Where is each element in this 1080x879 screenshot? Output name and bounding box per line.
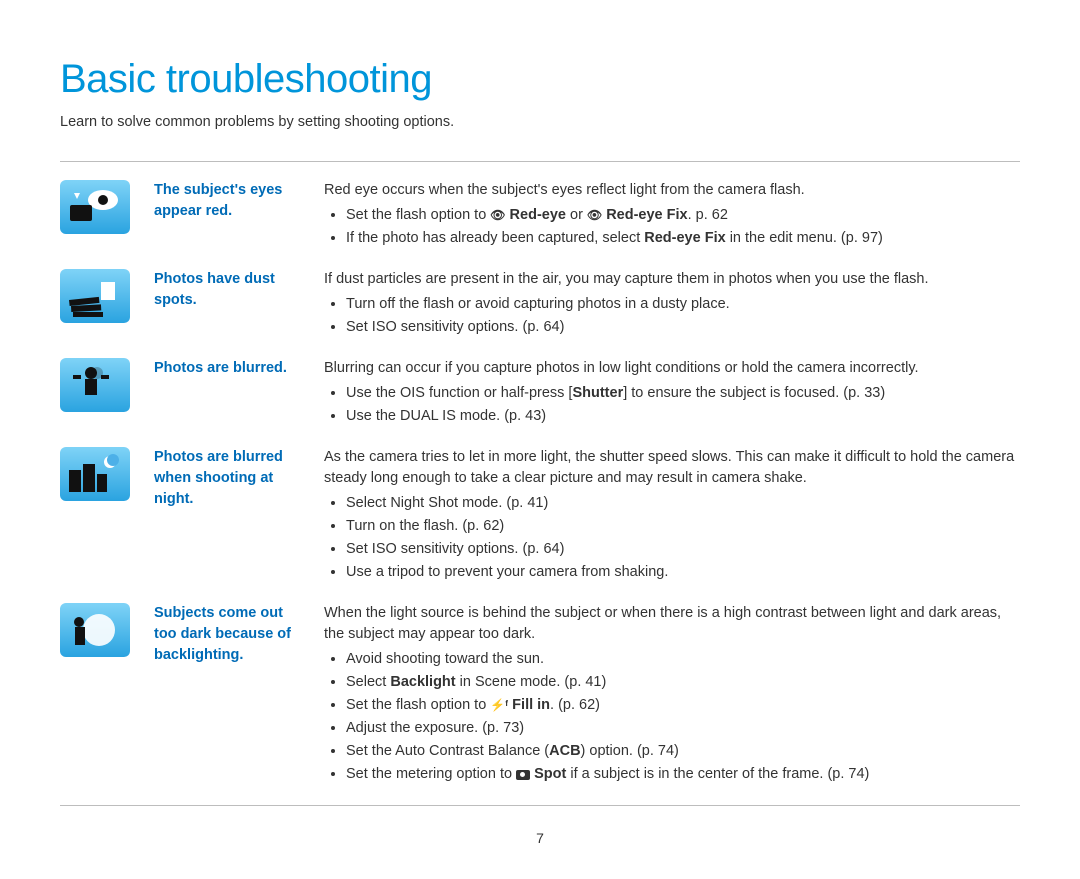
- row-lead: If dust particles are present in the air…: [324, 269, 1020, 290]
- row-lead: As the camera tries to let in more light…: [324, 447, 1020, 489]
- page-title: Basic troubleshooting: [60, 50, 1020, 108]
- row-thumbnail: [60, 269, 130, 323]
- metering-spot-icon: [516, 770, 530, 780]
- page-subtitle: Learn to solve common problems by settin…: [60, 114, 454, 130]
- row-lead: Blurring can occur if you capture photos…: [324, 358, 1020, 379]
- row-thumbnail: [60, 180, 130, 234]
- row-bullet: Turn on the flash. (p. 62): [346, 516, 1020, 537]
- row-bullets: Turn off the flash or avoid capturing ph…: [324, 294, 1020, 338]
- row-bullet: Set the Auto Contrast Balance (ACB) opti…: [346, 741, 1020, 762]
- row-bullet: Set ISO sensitivity options. (p. 64): [346, 539, 1020, 560]
- row-problem: Photos are blurred.: [154, 358, 324, 379]
- row-bullet: Set the metering option to Spot if a sub…: [346, 764, 1020, 785]
- row-bullet: Avoid shooting toward the sun.: [346, 649, 1020, 670]
- troubleshoot-row: Photos are blurred.Blurring can occur if…: [60, 358, 1020, 431]
- row-bullet: Adjust the exposure. (p. 73): [346, 718, 1020, 739]
- row-problem: Photos are blurred when shooting at nigh…: [154, 447, 324, 510]
- row-problem: Subjects come out too dark because of ba…: [154, 603, 324, 666]
- troubleshoot-row: Photos have dust spots.If dust particles…: [60, 269, 1020, 342]
- troubleshoot-row: Subjects come out too dark because of ba…: [60, 603, 1020, 789]
- row-bullet: Set the flash option to ⚡ᶠ Fill in. (p. …: [346, 695, 1020, 716]
- row-description: When the light source is behind the subj…: [324, 603, 1020, 789]
- row-lead: When the light source is behind the subj…: [324, 603, 1020, 645]
- row-bullet: Set the flash option to 👁 Red-eye or 👁 R…: [346, 205, 1020, 226]
- row-bullets: Use the OIS function or half-press [Shut…: [324, 383, 1020, 427]
- row-description: As the camera tries to let in more light…: [324, 447, 1020, 587]
- page-number: 7: [536, 830, 544, 846]
- row-problem: The subject's eyes appear red.: [154, 180, 324, 222]
- row-thumbnail: [60, 603, 130, 657]
- row-bullet: Turn off the flash or avoid capturing ph…: [346, 294, 1020, 315]
- row-bullet: Select Night Shot mode. (p. 41): [346, 493, 1020, 514]
- row-bullets: Set the flash option to 👁 Red-eye or 👁 R…: [324, 205, 1020, 249]
- row-description: Red eye occurs when the subject's eyes r…: [324, 180, 1020, 253]
- troubleshoot-row: Photos are blurred when shooting at nigh…: [60, 447, 1020, 587]
- row-description: If dust particles are present in the air…: [324, 269, 1020, 342]
- row-bullet: Set ISO sensitivity options. (p. 64): [346, 317, 1020, 338]
- row-problem: Photos have dust spots.: [154, 269, 324, 311]
- row-description: Blurring can occur if you capture photos…: [324, 358, 1020, 431]
- row-bullet: Use a tripod to prevent your camera from…: [346, 562, 1020, 583]
- row-lead: Red eye occurs when the subject's eyes r…: [324, 180, 1020, 201]
- inline-icon: ⚡ᶠ: [490, 698, 508, 712]
- row-bullet: Select Backlight in Scene mode. (p. 41): [346, 672, 1020, 693]
- troubleshoot-row: The subject's eyes appear red.Red eye oc…: [60, 180, 1020, 253]
- row-thumbnail: [60, 358, 130, 412]
- row-bullet: If the photo has already been captured, …: [346, 228, 1020, 249]
- row-bullet: Use the OIS function or half-press [Shut…: [346, 383, 1020, 404]
- inline-icon: 👁: [490, 208, 505, 222]
- row-bullet: Use the DUAL IS mode. (p. 43): [346, 406, 1020, 427]
- row-thumbnail: [60, 447, 130, 501]
- inline-icon: 👁: [587, 208, 602, 222]
- row-bullets: Select Night Shot mode. (p. 41)Turn on t…: [324, 493, 1020, 583]
- row-bullets: Avoid shooting toward the sun.Select Bac…: [324, 649, 1020, 785]
